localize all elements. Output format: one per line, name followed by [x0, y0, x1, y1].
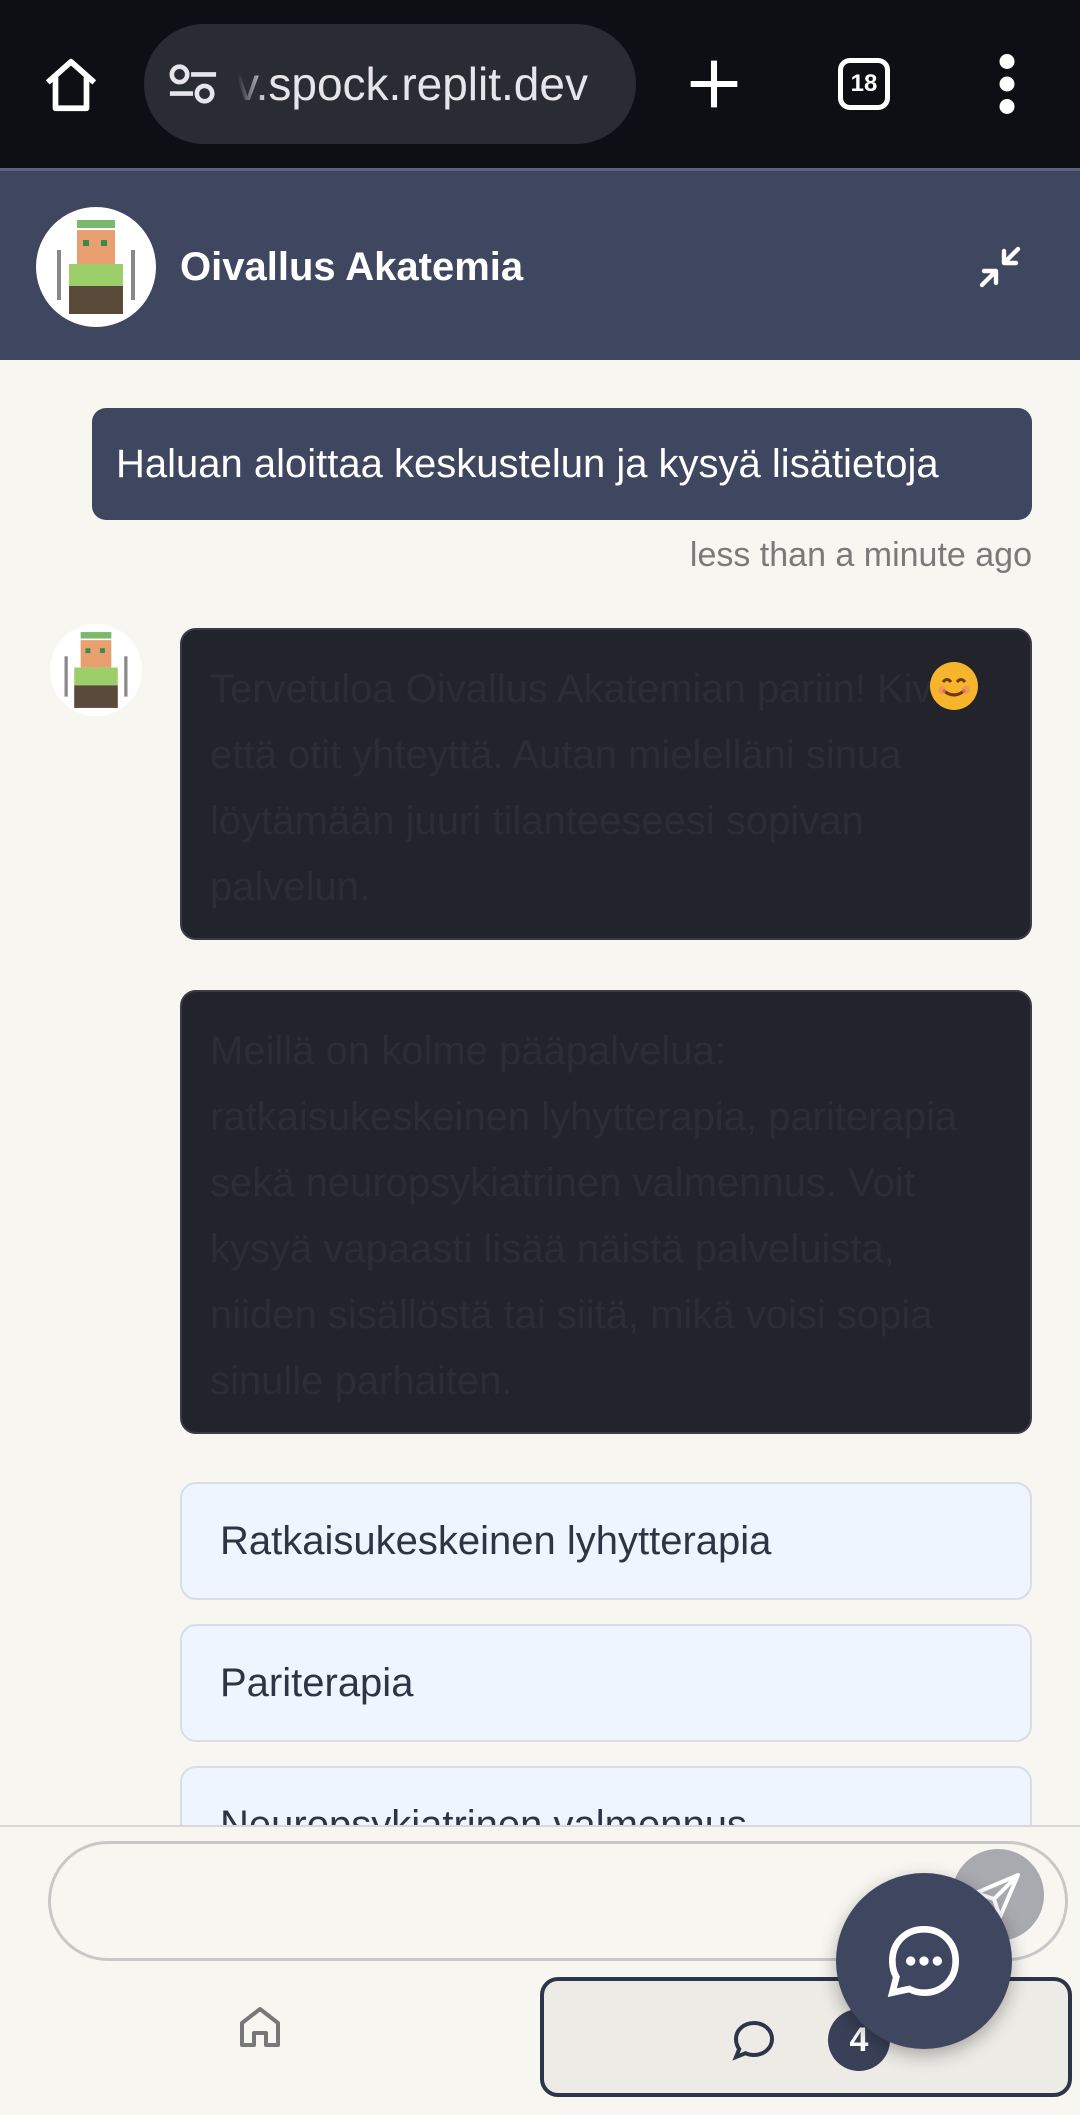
bot-message: Meillä on kolme pääpalvelua: ratkaisukes… — [180, 990, 1032, 1434]
url-fade — [230, 24, 268, 144]
bot-avatar — [50, 624, 142, 716]
home-icon[interactable] — [40, 54, 102, 116]
bot-message: Tervetuloa Oivallus Akatemian pariin! Ki… — [180, 628, 1032, 940]
quick-reply-option[interactable]: Neuropsykiatrinen valmennus — [180, 1766, 1032, 1825]
url-text[interactable]: v.spock.replit.dev — [236, 24, 588, 144]
minimize-icon[interactable] — [976, 243, 1024, 291]
smile-emoji-icon — [930, 662, 978, 710]
quick-reply-option[interactable]: Pariterapia — [180, 1624, 1032, 1742]
quick-reply-option[interactable]: Ratkaisukeskeinen lyhytterapia — [180, 1482, 1032, 1600]
plus-icon[interactable] — [686, 56, 742, 112]
home-icon[interactable] — [236, 2003, 284, 2051]
more-vert-icon[interactable] — [996, 54, 1018, 114]
bot-message-text: Meillä on kolme pääpalvelua: ratkaisukes… — [210, 1029, 958, 1403]
tabs-icon[interactable]: 18 — [838, 58, 890, 110]
tune-icon[interactable] — [168, 62, 218, 106]
avatar — [36, 207, 156, 327]
chat-fab-button[interactable] — [836, 1873, 1012, 2049]
chat-title: Oivallus Akatemia — [180, 245, 524, 289]
chat-app: Oivallus Akatemia Haluan aloittaa keskus… — [0, 168, 1080, 2115]
chat-bubble-icon — [732, 2020, 775, 2061]
chat-header: Oivallus Akatemia — [0, 168, 1080, 360]
message-timestamp: less than a minute ago — [689, 536, 1032, 574]
browser-toolbar: v.spock.replit.dev 18 — [0, 0, 1080, 168]
user-message: Haluan aloittaa keskustelun ja kysyä lis… — [92, 408, 1032, 520]
message-list[interactable]: Haluan aloittaa keskustelun ja kysyä lis… — [0, 360, 1080, 1825]
address-bar[interactable]: v.spock.replit.dev — [144, 24, 636, 144]
bot-message-text: Tervetuloa Oivallus Akatemian pariin! Ki… — [210, 667, 966, 909]
chat-fab-icon — [887, 1925, 960, 1998]
